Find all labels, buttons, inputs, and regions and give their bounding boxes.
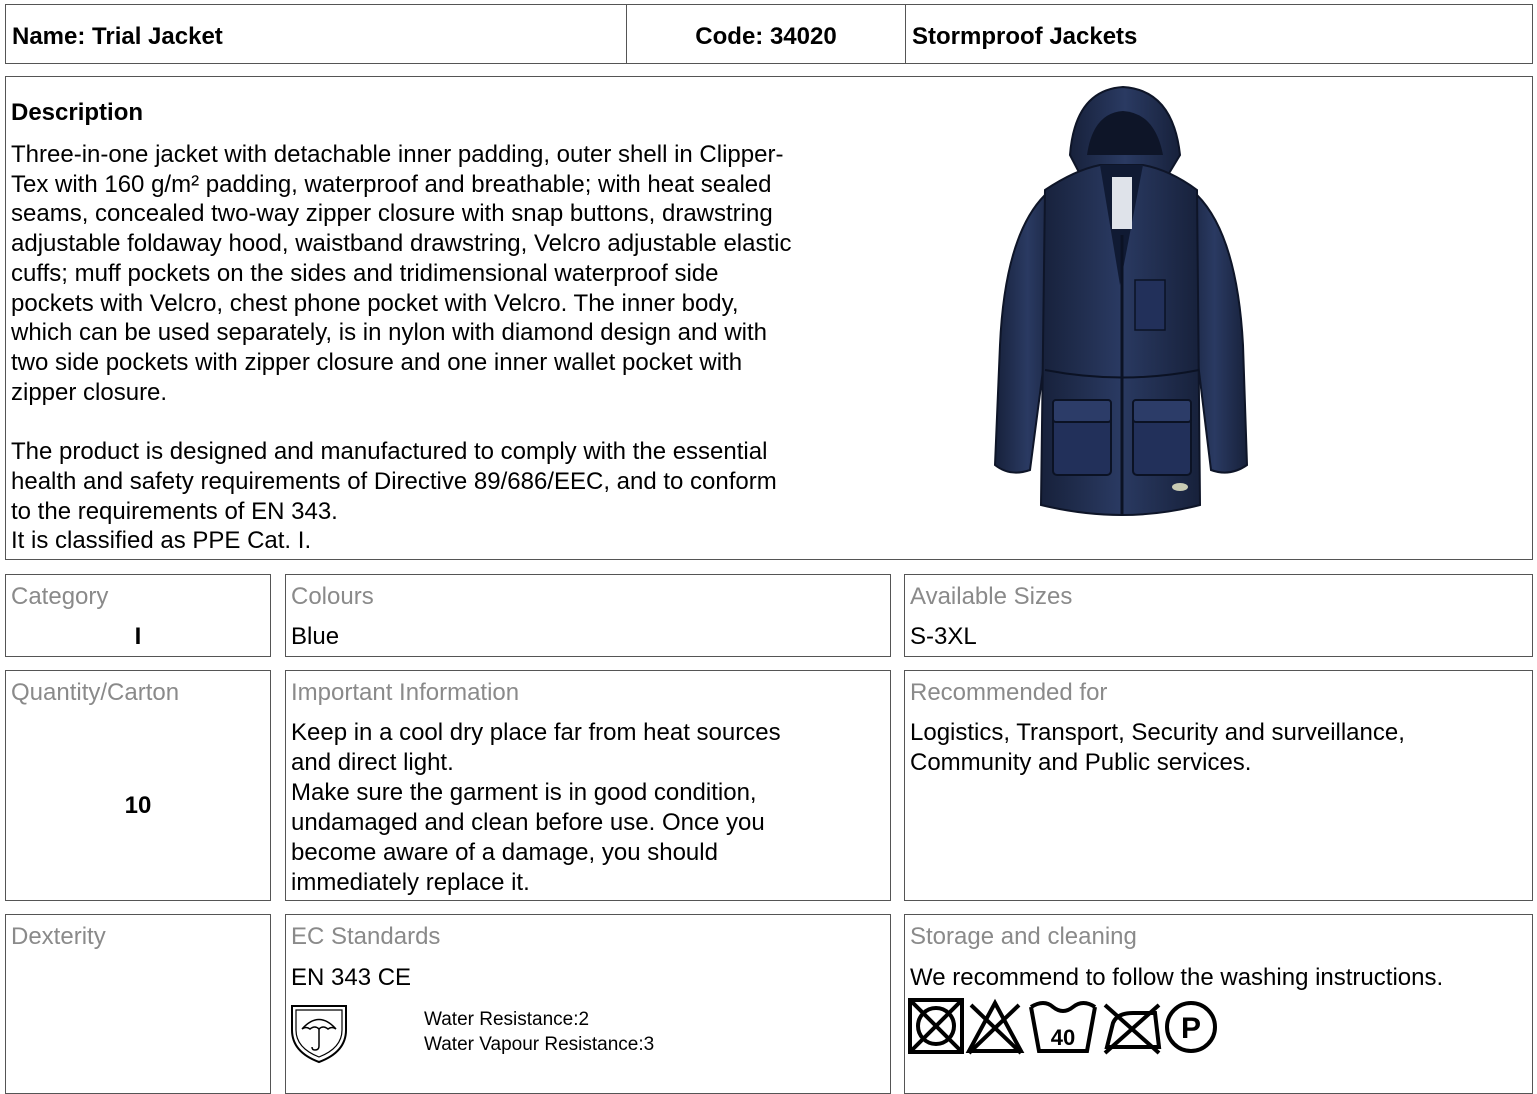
ec-standards-cell: EC Standards EN 343 CE Water Resistance:… bbox=[285, 914, 891, 1094]
description-line: Three-in-one jacket with detachable inne… bbox=[11, 141, 784, 168]
description-line: pockets with Velcro, chest phone pocket … bbox=[11, 289, 739, 317]
important-info-text: Keep in a cool dry place far from heat s… bbox=[291, 718, 781, 898]
category-cell: Category I bbox=[5, 574, 271, 657]
description-line: seams, concealed two-way zipper closure … bbox=[11, 200, 773, 228]
sizes-value: S-3XL bbox=[910, 623, 977, 650]
important-line: Make sure the garment is in good conditi… bbox=[291, 779, 757, 806]
storage-label: Storage and cleaning bbox=[910, 923, 1137, 950]
description-line: Tex with 160 g/m² padding, waterproof an… bbox=[11, 170, 772, 198]
dry-clean-letter: P bbox=[1181, 1012, 1201, 1045]
no-iron-icon bbox=[1103, 1003, 1162, 1055]
product-category: Stormproof Jackets bbox=[912, 23, 1138, 50]
description-line: two side pockets with zipper closure and… bbox=[11, 348, 743, 376]
quantity-label: Quantity/Carton bbox=[11, 679, 180, 706]
description-line: to the requirements of EN 343. bbox=[11, 497, 338, 525]
jacket-product-image bbox=[993, 85, 1249, 516]
resistance-values: Water Resistance:2 Water Vapour Resistan… bbox=[424, 1007, 654, 1057]
description-panel: Description Three-in-one jacket with det… bbox=[5, 76, 1533, 560]
wash-40-icon: 40 bbox=[1029, 1001, 1097, 1053]
description-line: zipper closure. bbox=[11, 378, 168, 406]
recommended-cell: Recommended for Logistics, Transport, Se… bbox=[904, 670, 1533, 901]
description-line: cuffs; muff pockets on the sides and tri… bbox=[11, 259, 719, 287]
water-resistance: Water Resistance:2 bbox=[424, 1009, 590, 1030]
recommended-line: Community and Public services. bbox=[910, 749, 1252, 776]
storage-cell: Storage and cleaning We recommend to fol… bbox=[904, 914, 1533, 1094]
umbrella-shield-icon bbox=[291, 1005, 347, 1064]
category-label: Category bbox=[11, 583, 109, 610]
colours-label: Colours bbox=[291, 583, 374, 610]
header-name-cell: Name: Trial Jacket bbox=[5, 4, 627, 64]
description-title: Description bbox=[11, 99, 144, 126]
important-line: Keep in a cool dry place far from heat s… bbox=[291, 719, 781, 746]
important-info-label: Important Information bbox=[291, 679, 520, 706]
quantity-value: 10 bbox=[124, 792, 152, 819]
important-line: undamaged and clean before use. Once you bbox=[291, 809, 765, 836]
header-category-cell: Stormproof Jackets bbox=[905, 4, 1533, 64]
dexterity-cell: Dexterity bbox=[5, 914, 271, 1094]
colours-cell: Colours Blue bbox=[285, 574, 891, 657]
description-line: It is classified as PPE Cat. I. bbox=[11, 527, 312, 555]
care-symbols: 40 P bbox=[908, 998, 1217, 1055]
wash-temperature: 40 bbox=[1051, 1025, 1075, 1050]
header-code-cell: Code: 34020 bbox=[626, 4, 906, 64]
description-line: which can be used separately, is in nylo… bbox=[11, 319, 767, 347]
quantity-cell: Quantity/Carton 10 bbox=[5, 670, 271, 901]
sizes-cell: Available Sizes S-3XL bbox=[904, 574, 1533, 657]
important-line: immediately replace it. bbox=[291, 869, 530, 896]
no-tumble-dry-icon bbox=[908, 998, 964, 1054]
category-value: I bbox=[134, 623, 142, 650]
recommended-label: Recommended for bbox=[910, 679, 1108, 706]
dexterity-label: Dexterity bbox=[11, 923, 106, 950]
storage-value: We recommend to follow the washing instr… bbox=[910, 964, 1444, 991]
important-line: and direct light. bbox=[291, 749, 454, 776]
ec-standards-value: EN 343 CE bbox=[291, 964, 412, 991]
ec-standards-label: EC Standards bbox=[291, 923, 441, 950]
recommended-text: Logistics, Transport, Security and surve… bbox=[910, 718, 1405, 778]
description-line: The product is designed and manufactured… bbox=[11, 438, 768, 466]
recommended-line: Logistics, Transport, Security and surve… bbox=[910, 719, 1405, 746]
no-bleach-icon bbox=[965, 998, 1025, 1055]
description-body: Three-in-one jacket with detachable inne… bbox=[11, 140, 891, 556]
important-line: become aware of a damage, you should bbox=[291, 839, 718, 866]
description-line: health and safety requirements of Direct… bbox=[11, 468, 777, 496]
colours-value: Blue bbox=[291, 623, 340, 650]
important-info-cell: Important Information Keep in a cool dry… bbox=[285, 670, 891, 901]
water-vapour-resistance: Water Vapour Resistance:3 bbox=[424, 1034, 655, 1055]
product-name: Name: Trial Jacket bbox=[12, 23, 223, 50]
description-line: adjustable foldaway hood, waistband draw… bbox=[11, 230, 792, 258]
product-code: Code: 34020 bbox=[695, 23, 837, 50]
sizes-label: Available Sizes bbox=[910, 583, 1073, 610]
dry-clean-p-icon: P bbox=[1165, 1001, 1217, 1053]
